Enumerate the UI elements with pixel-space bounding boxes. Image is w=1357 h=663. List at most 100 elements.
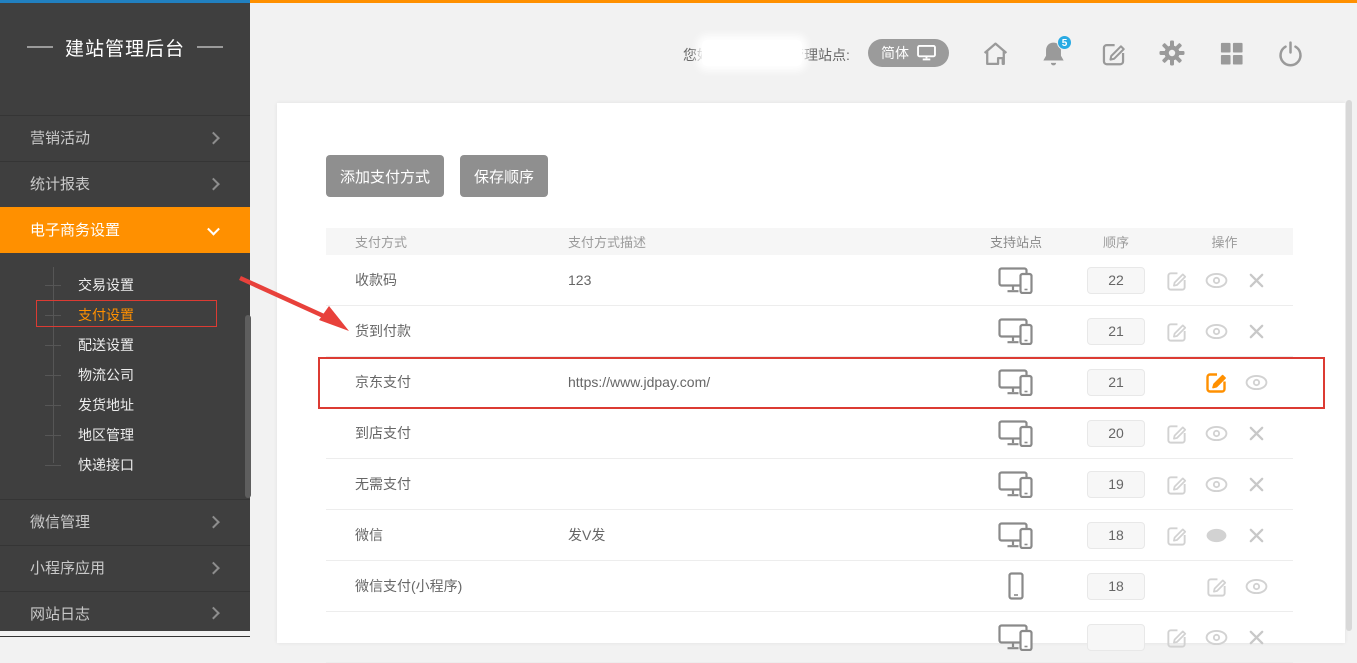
view-button[interactable] [1196, 626, 1236, 649]
view-button[interactable] [1196, 320, 1236, 343]
view-off-button[interactable] [1196, 524, 1236, 547]
view-button[interactable] [1236, 370, 1276, 394]
payment-name: 微信支付(小程序) [326, 576, 568, 596]
desktop-mobile-icon [998, 317, 1034, 345]
title-dash-right [197, 46, 223, 48]
chevron-right-icon [207, 561, 220, 574]
delete-button[interactable] [1236, 320, 1276, 343]
edit-button[interactable] [1156, 422, 1196, 445]
view-button[interactable] [1196, 269, 1236, 292]
top-strip-orange [250, 0, 1357, 3]
submenu-item-region[interactable]: 地区管理 [0, 420, 250, 450]
submenu-item-logistics[interactable]: 物流公司 [0, 360, 250, 390]
payment-desc: 123 [568, 272, 956, 288]
sidebar-item-wechat[interactable]: 微信管理 [0, 499, 250, 545]
payment-name: 微信 [326, 525, 568, 545]
table-row: 到店支付 [326, 408, 1293, 459]
mobile-icon [1008, 572, 1024, 600]
save-order-button[interactable]: 保存顺序 [460, 155, 548, 197]
order-input[interactable] [1087, 471, 1145, 498]
table-row-highlighted: 京东支付 https://www.jdpay.com/ [326, 357, 1293, 408]
app-title: 建站管理后台 [0, 3, 250, 115]
home-icon [981, 40, 1010, 67]
order-input[interactable] [1087, 267, 1145, 294]
compose-button[interactable] [1097, 37, 1129, 69]
edit-button[interactable] [1156, 626, 1196, 649]
delete-button[interactable] [1236, 422, 1276, 445]
submenu-item-trade[interactable]: 交易设置 [0, 270, 250, 300]
chevron-right-icon [207, 131, 220, 144]
toolbar: 添加支付方式 保存顺序 [326, 155, 548, 197]
view-button[interactable] [1196, 422, 1236, 445]
submenu-item-express-api[interactable]: 快递接口 [0, 450, 250, 480]
table-row: 无需支付 [326, 459, 1293, 510]
page-scrollbar-thumb[interactable] [1346, 100, 1352, 631]
order-input[interactable] [1087, 318, 1145, 345]
sidebar-scrollbar-thumb[interactable] [245, 315, 251, 498]
submenu-item-payment[interactable]: 支付设置 [0, 300, 250, 330]
desktop-mobile-icon [998, 470, 1034, 498]
payment-desc: https://www.jdpay.com/ [568, 374, 956, 390]
view-button[interactable] [1196, 473, 1236, 496]
notifications-button[interactable]: 5 [1037, 37, 1069, 69]
content-card: 添加支付方式 保存顺序 支付方式 支付方式描述 支持站点 顺序 操作 收款码 1… [277, 103, 1345, 643]
desktop-mobile-icon [998, 521, 1034, 549]
header-description: 支付方式描述 [568, 232, 956, 251]
language-label: 简体 [881, 43, 909, 63]
submenu-label: 地区管理 [78, 427, 134, 443]
table-row: 货到付款 [326, 306, 1293, 357]
submenu-item-ship-address[interactable]: 发货地址 [0, 390, 250, 420]
sidebar-item-marketing[interactable]: 营销活动 [0, 115, 250, 161]
order-input[interactable] [1087, 420, 1145, 447]
payment-name: 到店支付 [326, 423, 568, 443]
payment-name: 无需支付 [326, 474, 568, 494]
app-title-text: 建站管理后台 [65, 34, 185, 61]
submenu-tick [45, 375, 61, 376]
edit-button-active[interactable] [1196, 370, 1236, 394]
delete-button[interactable] [1236, 269, 1276, 292]
payment-name: 收款码 [326, 270, 568, 290]
order-input[interactable] [1087, 573, 1145, 600]
submenu-item-delivery[interactable]: 配送设置 [0, 330, 250, 360]
sidebar-item-label: 电子商务设置 [30, 222, 120, 239]
delete-button[interactable] [1236, 524, 1276, 547]
table-row: 微信支付(小程序) [326, 561, 1293, 612]
logout-button[interactable] [1274, 37, 1306, 69]
table-row-partial [326, 612, 1293, 663]
add-payment-method-button[interactable]: 添加支付方式 [326, 155, 444, 197]
edit-button[interactable] [1156, 269, 1196, 292]
edit-button[interactable] [1156, 320, 1196, 343]
desktop-mobile-icon [998, 266, 1034, 294]
order-input[interactable] [1087, 522, 1145, 549]
chevron-right-icon [207, 515, 220, 528]
view-button[interactable] [1236, 575, 1276, 598]
delete-button[interactable] [1236, 626, 1276, 649]
settings-button[interactable] [1156, 37, 1188, 69]
edit-button[interactable] [1156, 524, 1196, 547]
notification-badge: 5 [1057, 35, 1072, 50]
order-input[interactable] [1087, 369, 1145, 396]
sidebar-item-site-log[interactable]: 网站日志 [0, 591, 250, 637]
sidebar-item-label: 营销活动 [30, 130, 90, 147]
submenu-tick [45, 285, 61, 286]
submenu-label: 配送设置 [78, 337, 134, 353]
submenu-label: 发货地址 [78, 397, 134, 413]
sidebar-item-ecommerce[interactable]: 电子商务设置 [0, 207, 250, 253]
edit-button[interactable] [1196, 575, 1236, 598]
chevron-down-icon [207, 222, 220, 235]
header-payment-method: 支付方式 [326, 232, 568, 251]
home-button[interactable] [979, 37, 1011, 69]
grid-icon [1219, 41, 1244, 66]
order-input[interactable] [1087, 624, 1145, 651]
sidebar-item-miniprogram[interactable]: 小程序应用 [0, 545, 250, 591]
header-supported-sites: 支持站点 [956, 232, 1076, 251]
table-row: 微信 发V发 [326, 510, 1293, 561]
sidebar-item-reports[interactable]: 统计报表 [0, 161, 250, 207]
username-redaction [702, 40, 802, 66]
language-site-pill[interactable]: 简体 [868, 39, 949, 67]
delete-button[interactable] [1236, 473, 1276, 496]
apps-button[interactable] [1215, 37, 1247, 69]
sidebar: 建站管理后台 营销活动 统计报表 电子商务设置 交易设置 支付设置 配送设置 物… [0, 3, 250, 631]
payment-methods-table: 支付方式 支付方式描述 支持站点 顺序 操作 收款码 123 货到付款 [326, 228, 1293, 663]
edit-button[interactable] [1156, 473, 1196, 496]
